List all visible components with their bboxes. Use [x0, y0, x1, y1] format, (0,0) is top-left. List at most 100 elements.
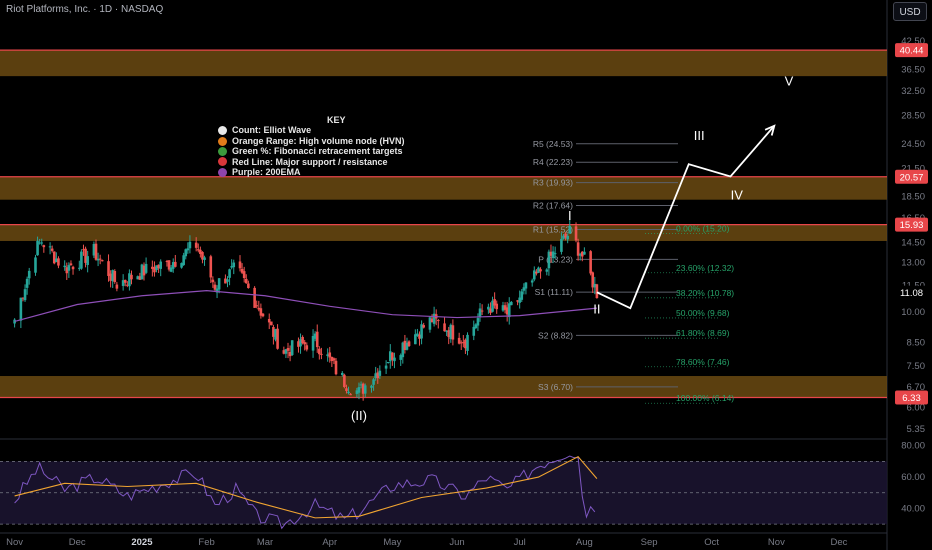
candle-body: [80, 251, 83, 269]
y-tick-label: 32.50: [901, 86, 925, 97]
candle-body: [253, 287, 256, 308]
x-tick-label: Aug: [576, 537, 593, 548]
pivot-label: R3 (19.93): [533, 178, 573, 188]
pivot-label: R5 (24.53): [533, 139, 573, 149]
candle-body: [242, 271, 246, 279]
wave-label: III: [694, 128, 705, 143]
price-badge-label: 20.57: [900, 172, 924, 183]
candle-body: [466, 334, 469, 351]
hvn-zone: [0, 176, 887, 200]
candle-body: [386, 361, 390, 363]
x-tick-label: Nov: [6, 537, 23, 548]
candle-body: [378, 370, 382, 376]
candle-body: [520, 291, 524, 300]
candle-body: [244, 278, 248, 284]
candle-body: [478, 308, 482, 317]
candle-body: [63, 265, 66, 268]
candle-body: [318, 348, 321, 355]
x-tick-label: May: [383, 537, 401, 548]
y-tick-label: 8.50: [907, 337, 926, 348]
wave-label: IV: [731, 188, 744, 203]
candle-body: [524, 282, 528, 289]
wave-label: (II): [351, 408, 367, 423]
x-tick-label: Sep: [641, 537, 658, 548]
x-tick-label: Mar: [257, 537, 273, 548]
candle-body: [186, 248, 190, 251]
hvn-zone: [0, 376, 887, 398]
candle-body: [94, 243, 98, 260]
candle-body: [407, 341, 411, 346]
candle-body: [255, 305, 259, 307]
x-tick-label: Nov: [768, 537, 785, 548]
candle-body: [595, 284, 599, 298]
currency-button[interactable]: USD: [893, 2, 927, 21]
candle-body: [436, 320, 440, 322]
legend-dot-icon: [218, 157, 227, 167]
candle-body: [443, 323, 446, 332]
legend-dot-icon: [218, 146, 227, 156]
pivot-label: S1 (11.11): [535, 287, 574, 297]
candle-body: [451, 325, 455, 340]
pivot-label: R1 (15.52): [533, 225, 573, 235]
candle-body: [188, 241, 192, 249]
rsi-tick-label: 60.00: [901, 472, 925, 483]
fib-label: 100.00% (6.14): [676, 393, 734, 403]
candle-body: [48, 246, 52, 248]
rsi-tick-label: 80.00: [901, 441, 925, 452]
legend-dot-icon: [218, 136, 227, 146]
candle-body: [27, 270, 31, 279]
fib-label: 61.80% (8.69): [676, 328, 730, 338]
y-tick-label: 10.00: [901, 307, 925, 318]
wave-label: V: [785, 73, 794, 88]
candle-body: [34, 257, 37, 273]
candle-body: [115, 284, 119, 289]
candle-body: [19, 297, 23, 321]
candle-body: [247, 283, 250, 289]
candle-body: [476, 318, 480, 326]
price-badge-label: 15.93: [900, 220, 924, 231]
candle-body: [510, 301, 513, 306]
candle-body: [332, 358, 336, 361]
x-tick-label: Dec: [831, 537, 848, 548]
fib-label: 50.00% (9.68): [676, 308, 730, 318]
candle-body: [42, 245, 46, 248]
fib-label: 38.20% (10.78): [676, 288, 734, 298]
candle-body: [290, 340, 294, 356]
fib-label: 0.00% (15.20): [676, 223, 730, 233]
candle-body: [576, 242, 580, 256]
candle-body: [209, 256, 213, 278]
candle-body: [472, 326, 476, 336]
candle-body: [495, 303, 499, 310]
stock-chart[interactable]: 42.5036.5032.5028.5024.5021.5018.5016.50…: [0, 0, 932, 550]
candle-body: [71, 266, 75, 270]
candle-body: [393, 357, 396, 362]
hvn-zone: [0, 50, 887, 77]
candle-body: [551, 251, 555, 258]
candle-body: [553, 253, 557, 255]
candle-body: [372, 379, 375, 385]
candle-body: [25, 278, 29, 288]
candle-body: [211, 279, 215, 283]
x-tick-label: Apr: [322, 537, 337, 548]
candle-body: [113, 271, 117, 283]
candle-body: [40, 242, 44, 244]
price-badge-label: 6.33: [902, 393, 921, 404]
pivot-label: R4 (22.23): [533, 157, 573, 167]
candle-body: [340, 372, 344, 375]
legend-title: KEY: [327, 115, 346, 125]
y-tick-label: 5.35: [907, 424, 926, 435]
candle-body: [261, 313, 265, 317]
candle-body: [566, 235, 569, 240]
candle-body: [228, 269, 231, 278]
candle-body: [532, 270, 536, 280]
x-tick-label: Jul: [514, 537, 526, 548]
legend-item: Purple: 200EMA: [218, 167, 405, 177]
candle-body: [86, 256, 89, 265]
candle-body: [238, 261, 242, 269]
candle-body: [144, 263, 148, 273]
x-tick-label: 2025: [131, 537, 153, 548]
candle-body: [305, 345, 309, 350]
legend-item: Orange Range: High volume node (HVN): [218, 136, 405, 146]
candle-body: [23, 289, 27, 301]
x-tick-label: Dec: [69, 537, 86, 548]
